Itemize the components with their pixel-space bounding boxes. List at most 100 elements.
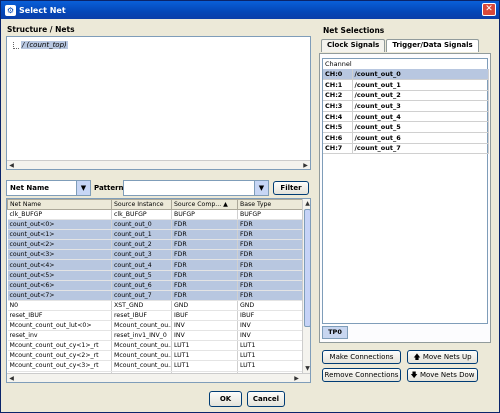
- table-row[interactable]: count_out<1> count_out_1 FDR FDR: [7, 229, 304, 241]
- source-instance-cell: count_out_2: [111, 239, 172, 251]
- channel-id-cell: CH:0: [323, 69, 353, 81]
- channel-row[interactable]: CH:2/count_out_2: [323, 90, 489, 102]
- arrow-down-icon: 🡇: [410, 371, 418, 379]
- table-row[interactable]: Mcount_count_out_lut<0> Mcount_count_ou..…: [7, 320, 304, 332]
- scroll-right-icon[interactable]: ▶: [301, 161, 310, 170]
- filter-mode-value: Net Name: [10, 184, 50, 192]
- source-comp-cell: INV: [171, 320, 238, 332]
- table-row[interactable]: N0 XST_GND GND GND: [7, 300, 304, 311]
- title-bar[interactable]: ⚙ Select Net ✕: [1, 1, 499, 19]
- tree-item-label: / (count_top): [21, 41, 68, 49]
- channel-net-cell: /count_out_4: [352, 111, 489, 123]
- table-row[interactable]: reset_IBUF reset_IBUF IBUF IBUF: [7, 310, 304, 322]
- table-row[interactable]: Mcount_count_out_cy<1>_rt Mcount_count_ou…: [7, 340, 304, 352]
- net-name-cell: N0: [7, 300, 112, 311]
- channel-row[interactable]: CH:4/count_out_4: [323, 111, 489, 123]
- unit-tab-tp0[interactable]: TP0: [322, 326, 348, 339]
- base-type-cell: FDR: [237, 229, 304, 241]
- remove-connections-button[interactable]: Remove Connections: [322, 368, 401, 382]
- pattern-dropdown-icon[interactable]: ▼: [254, 181, 268, 195]
- base-type-cell: FDR: [237, 290, 304, 301]
- ok-button[interactable]: OK: [209, 391, 242, 407]
- scroll-left-icon[interactable]: ◀: [7, 374, 16, 382]
- table-row[interactable]: reset_inv reset_inv1_INV_0 INV INV: [7, 330, 304, 342]
- table-row[interactable]: Mcount_count_out_cy<2>_rt Mcount_count_ou…: [7, 350, 304, 362]
- pattern-input[interactable]: ▼: [123, 180, 269, 196]
- source-instance-cell: count_out_0: [111, 219, 172, 231]
- tab-clock-signals[interactable]: Clock Signals: [321, 39, 386, 52]
- table-row[interactable]: clk_BUFGP clk_BUFGP BUFGP BUFGP: [7, 209, 304, 221]
- base-type-cell: FDR: [237, 270, 304, 281]
- pattern-label: Pattern:: [94, 184, 127, 192]
- channel-row[interactable]: CH:3/count_out_3: [323, 100, 489, 112]
- base-type-cell: LUT1: [237, 350, 304, 362]
- net-name-cell: Mcount_count_out_cy<3>_rt: [7, 360, 112, 372]
- source-comp-cell: IBUF: [171, 310, 238, 322]
- base-type-cell: GND: [237, 300, 304, 311]
- sort-ascending-icon: ▲: [223, 201, 228, 208]
- source-instance-cell: count_out_5: [111, 270, 172, 281]
- net-name-cell: count_out<6>: [7, 280, 112, 291]
- scroll-right-icon[interactable]: ▶: [292, 374, 301, 382]
- channel-row[interactable]: CH:5/count_out_5: [323, 121, 489, 134]
- table-row[interactable]: count_out<0> count_out_0 FDR FDR: [7, 219, 304, 231]
- channel-net-cell: /count_out_5: [352, 121, 489, 134]
- scroll-up-icon[interactable]: ▲: [303, 199, 310, 208]
- move-nets-up-label: Move Nets Up: [422, 353, 472, 361]
- source-comp-cell: GND: [171, 300, 238, 311]
- channel-id-cell: CH:4: [323, 111, 353, 123]
- col-base-type[interactable]: Base Type: [237, 199, 304, 210]
- filter-mode-select[interactable]: Net Name ▼: [6, 180, 91, 196]
- close-button[interactable]: ✕: [482, 3, 496, 16]
- col-net-name[interactable]: Net Name: [7, 199, 112, 210]
- scroll-thumb[interactable]: [304, 209, 310, 327]
- table-row[interactable]: count_out<4> count_out_4 FDR FDR: [7, 259, 304, 271]
- move-nets-up-button[interactable]: 🡅 Move Nets Up: [407, 350, 478, 364]
- col-source-instance[interactable]: Source Instance: [111, 199, 172, 210]
- net-name-cell: clk_BUFGP: [7, 209, 112, 221]
- table-row[interactable]: count_out<7> count_out_7 FDR FDR: [7, 290, 304, 301]
- base-type-cell: FDR: [237, 249, 304, 261]
- source-instance-cell: Mcount_count_ou...: [111, 340, 172, 352]
- tab-trigger-data-signals[interactable]: Trigger/Data Signals: [386, 39, 479, 52]
- app-icon: ⚙: [5, 4, 16, 16]
- channel-row[interactable]: CH:7/count_out_7: [323, 143, 489, 155]
- nets-table[interactable]: Net Name Source Instance Source Comp... …: [7, 199, 304, 382]
- source-instance-cell: Mcount_count_ou...: [111, 360, 172, 372]
- channel-row[interactable]: CH:1/count_out_1: [323, 79, 489, 91]
- table-row[interactable]: count_out<5> count_out_5 FDR FDR: [7, 270, 304, 281]
- net-name-cell: count_out<5>: [7, 270, 112, 281]
- net-name-cell: count_out<4>: [7, 259, 112, 271]
- channel-net-cell: /count_out_1: [352, 79, 489, 91]
- source-instance-cell: count_out_4: [111, 259, 172, 271]
- scroll-left-icon[interactable]: ◀: [7, 161, 16, 170]
- col-source-comp[interactable]: Source Comp... ▲: [171, 199, 238, 210]
- source-comp-cell: INV: [171, 330, 238, 342]
- filter-button[interactable]: Filter: [273, 181, 309, 195]
- source-comp-cell: LUT1: [171, 360, 238, 372]
- select-net-dialog: ⚙ Select Net ✕ Structure / Nets / (count…: [0, 0, 500, 413]
- table-row[interactable]: count_out<2> count_out_2 FDR FDR: [7, 239, 304, 251]
- tree-horizontal-scrollbar[interactable]: ◀ ▶: [7, 160, 310, 169]
- base-type-cell: LUT1: [237, 340, 304, 352]
- channel-net-cell: /count_out_2: [352, 90, 489, 102]
- cancel-button[interactable]: Cancel: [247, 391, 285, 407]
- table-row[interactable]: Mcount_count_out_cy<3>_rt Mcount_count_ou…: [7, 360, 304, 372]
- nets-vertical-scrollbar[interactable]: ▲ ▼: [302, 199, 310, 373]
- make-connections-button[interactable]: Make Connections: [322, 350, 401, 364]
- source-instance-cell: count_out_1: [111, 229, 172, 241]
- tree-item-root[interactable]: / (count_top): [13, 41, 68, 49]
- channel-table[interactable]: CH:0/count_out_0 CH:1/count_out_1 CH:2/cou…: [323, 69, 489, 155]
- table-row[interactable]: count_out<6> count_out_6 FDR FDR: [7, 280, 304, 291]
- nets-horizontal-scrollbar[interactable]: ◀ ▶: [7, 373, 310, 382]
- base-type-cell: FDR: [237, 280, 304, 291]
- scroll-down-icon[interactable]: ▼: [303, 364, 310, 373]
- chevron-down-icon[interactable]: ▼: [76, 181, 90, 195]
- source-comp-cell: FDR: [171, 219, 238, 231]
- structure-tree[interactable]: / (count_top) ◀ ▶: [6, 36, 311, 170]
- channel-row[interactable]: CH:0/count_out_0: [323, 69, 489, 81]
- source-instance-cell: reset_inv1_INV_0: [111, 330, 172, 342]
- table-row[interactable]: count_out<3> count_out_3 FDR FDR: [7, 249, 304, 261]
- channel-row[interactable]: CH:6/count_out_6: [323, 132, 489, 144]
- move-nets-down-button[interactable]: 🡇 Move Nets Dow: [407, 368, 478, 382]
